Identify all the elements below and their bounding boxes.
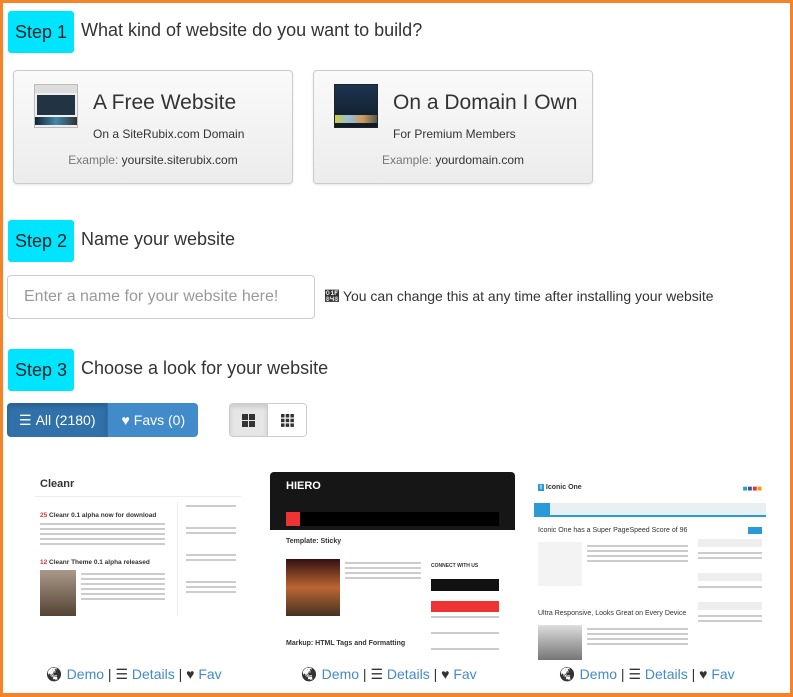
free-website-option[interactable]: A Free Website On a SiteRubix.com Domain… <box>13 70 293 184</box>
view-toggle <box>229 403 307 437</box>
demo-link[interactable]: 🌏︎ Demo <box>300 666 359 682</box>
fav-link[interactable]: ♥ Fav <box>699 666 735 682</box>
own-domain-thumbnail <box>334 84 378 128</box>
theme-name: i Iconic One <box>538 484 582 491</box>
step-3-badge: Step 3 <box>8 349 74 391</box>
step-3-question: Choose a look for your website <box>81 358 329 378</box>
option-subtitle: On a SiteRubix.com Domain <box>93 127 245 141</box>
globe-icon: 🌏︎ <box>558 666 576 682</box>
theme-post-title: 25 Cleanr 0.1 alpha now for download <box>40 512 157 519</box>
theme-preview-cleanr[interactable]: Cleanr 25 Cleanr 0.1 alpha now for downl… <box>35 472 241 660</box>
demo-link[interactable]: 🌏︎ Demo <box>558 666 617 682</box>
name-hint: 🡈 You can change this at any time after … <box>325 288 714 304</box>
theme-preview-hiero[interactable]: HIERO Template: Sticky Markup: HTML Tags… <box>270 472 515 660</box>
filter-group: ☰ All (2180) ♥ Favs (0) <box>7 403 199 437</box>
theme-post-title: Markup: HTML Tags and Formatting <box>286 640 406 647</box>
option-example: Example: yourdomain.com <box>381 153 525 167</box>
list-icon: ☰ <box>19 411 32 428</box>
favs-button[interactable]: ♥ Favs (0) <box>108 403 199 437</box>
all-themes-button[interactable]: ☰ All (2180) <box>7 403 109 437</box>
list-icon: ☰ <box>628 666 642 682</box>
theme-post-title: Iconic One has a Super PageSpeed Score o… <box>538 527 688 534</box>
globe-icon: 🌏︎ <box>300 666 318 682</box>
list-icon: ☰ <box>115 666 129 682</box>
theme-post-title: Ultra Responsive, Looks Great on Every D… <box>538 610 687 617</box>
own-domain-option[interactable]: On a Domain I Own For Premium Members Ex… <box>313 70 593 184</box>
option-example: Example: yoursite.siterubix.com <box>68 153 238 167</box>
step-2-question: Name your website <box>81 229 236 249</box>
theme-post-title: Template: Sticky <box>286 538 342 545</box>
option-title: A Free Website <box>93 91 237 114</box>
details-link[interactable]: ☰ Details <box>628 666 687 682</box>
step-1-question: What kind of website do you want to buil… <box>81 20 423 40</box>
theme-name: Cleanr <box>40 478 75 490</box>
theme-name: HIERO <box>286 480 321 492</box>
theme-sidebar-title: CONNECT WITH US <box>431 563 479 569</box>
theme-actions: 🌏︎ Demo | ☰ Details | ♥ Fav <box>558 666 735 682</box>
option-title: On a Domain I Own <box>393 91 578 114</box>
arrow-left-icon: 🡈 <box>325 288 339 304</box>
heart-icon: ♥ <box>186 666 195 682</box>
heart-icon: ♥ <box>699 666 708 682</box>
theme-preview-iconic-one[interactable]: i Iconic One ■■■■ Iconic One has a Super … <box>530 472 770 660</box>
demo-link[interactable]: 🌏︎ Demo <box>45 666 104 682</box>
fav-link[interactable]: ♥ Fav <box>186 666 222 682</box>
large-grid-icon <box>242 413 255 427</box>
details-link[interactable]: ☰ Details <box>370 666 429 682</box>
step-1-badge: Step 1 <box>8 11 74 53</box>
list-icon: ☰ <box>370 666 384 682</box>
option-subtitle: For Premium Members <box>393 127 516 141</box>
heart-icon: ♥ <box>121 412 130 428</box>
theme-actions: 🌏︎ Demo | ☰ Details | ♥ Fav <box>300 666 477 682</box>
website-name-input[interactable] <box>7 275 315 319</box>
fav-link[interactable]: ♥ Fav <box>441 666 477 682</box>
large-grid-button[interactable] <box>230 404 268 436</box>
step-2-badge: Step 2 <box>8 220 74 262</box>
globe-icon: 🌏︎ <box>45 666 63 682</box>
free-website-thumbnail <box>34 84 78 128</box>
small-grid-button[interactable] <box>268 404 306 436</box>
theme-actions: 🌏︎ Demo | ☰ Details | ♥ Fav <box>45 666 222 682</box>
theme-post-title: 12 Cleanr Theme 0.1 alpha released <box>40 559 150 566</box>
heart-icon: ♥ <box>441 666 450 682</box>
details-link[interactable]: ☰ Details <box>115 666 174 682</box>
small-grid-icon <box>280 413 294 427</box>
